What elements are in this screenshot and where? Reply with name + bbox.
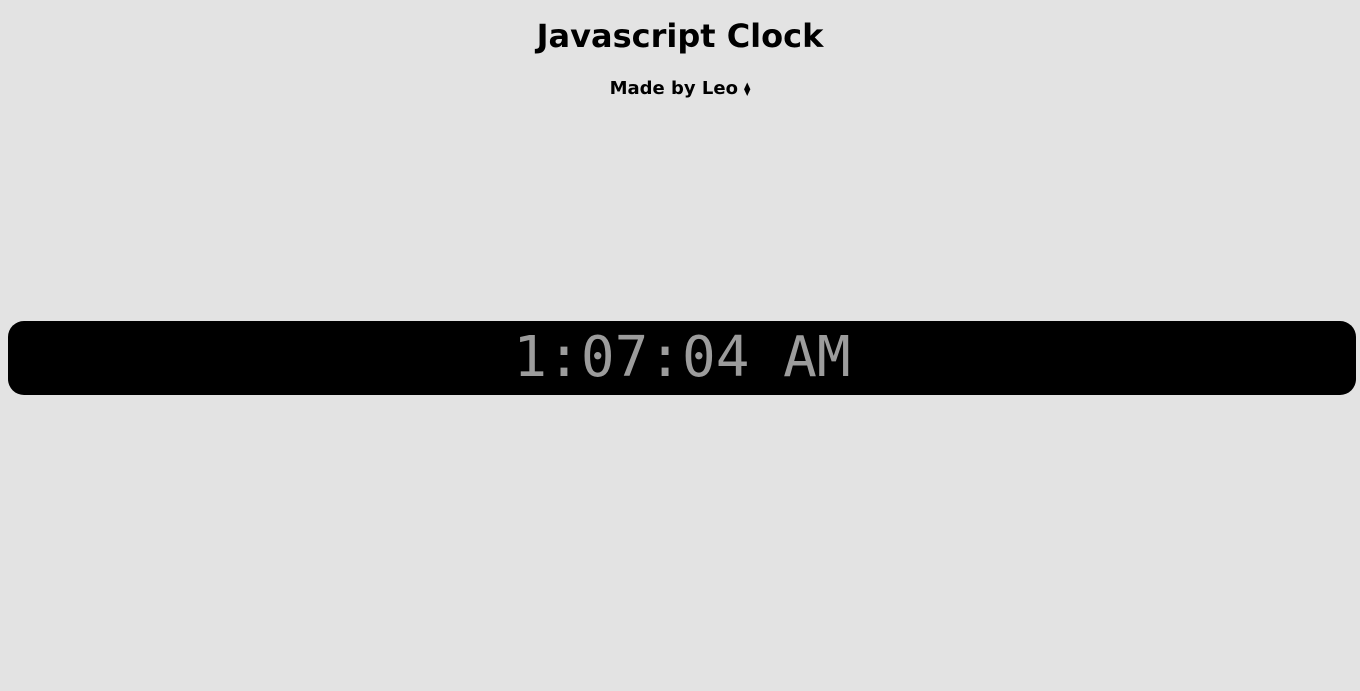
clock-display: 1:07:04 AM: [8, 321, 1356, 395]
byline: Made by Leo ⧫: [0, 78, 1360, 101]
diamond-icon: ⧫: [743, 82, 751, 97]
clock-time: 1:07:04 AM: [513, 325, 851, 390]
page-title: Javascript Clock: [536, 17, 824, 55]
byline-text: Made by Leo: [609, 78, 738, 99]
